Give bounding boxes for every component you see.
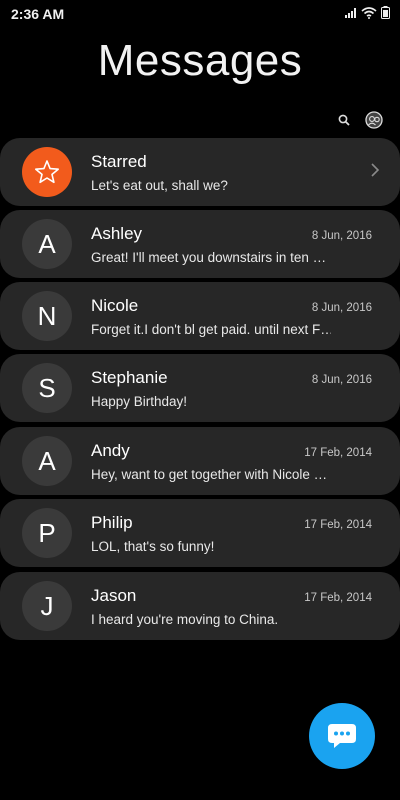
conversation-preview: Happy Birthday! [91,394,188,409]
conversation-name: Ashley [91,224,143,243]
avatar [22,147,72,197]
conversation-name: Andy [91,441,130,460]
toolbar [334,110,384,130]
conversation-item-philip[interactable]: P Philip LOL, that's so funny! 17 Feb, 2… [0,499,400,567]
signal-icon [345,7,356,18]
wifi-icon [361,6,377,19]
conversation-item-ashley[interactable]: A Ashley Great! I'll meet you downstairs… [0,210,400,278]
conversation-item-stephanie[interactable]: S Stephanie Happy Birthday! 8 Jun, 2016 [0,354,400,422]
profile-button[interactable] [364,110,384,130]
conversation-preview: Let's eat out, shall we? [91,178,228,193]
conversation-preview: LOL, that's so funny! [91,539,215,554]
conversation-item-andy[interactable]: A Andy Hey, want to get together with Ni… [0,427,400,495]
avatar: P [22,508,72,558]
compose-button[interactable] [309,703,375,769]
conversation-preview: Great! I'll meet you downstairs in ten … [91,250,327,265]
profile-icon [365,111,383,129]
search-button[interactable] [334,110,354,130]
status-icons [345,6,390,19]
conversation-date: 17 Feb, 2014 [304,592,372,604]
conversation-item-jason[interactable]: J Jason I heard you're moving to China. … [0,572,400,640]
conversation-name: Stephanie [91,368,168,387]
chevron-right-icon [371,163,380,177]
battery-icon [381,6,390,19]
status-bar: 2:36 AM [0,0,400,28]
avatar: J [22,581,72,631]
status-time: 2:36 AM [11,6,65,22]
conversation-item-nicole[interactable]: N Nicole Forget it.I don't bl get paid. … [0,282,400,350]
conversation-name: Nicole [91,296,139,315]
avatar: A [22,219,72,269]
conversation-date: 17 Feb, 2014 [304,447,372,459]
conversation-preview: Forget it.I don't bl get paid. until nex… [91,322,331,337]
page-title: Messages [97,36,303,85]
conversation-name: Starred [91,152,147,171]
conversation-date: 8 Jun, 2016 [311,374,372,386]
conversation-preview: I heard you're moving to China. [91,612,279,627]
conversation-preview: Hey, want to get together with Nicole … [91,467,328,482]
chat-bubble-icon [328,724,356,748]
avatar: S [22,363,72,413]
conversation-name: Jason [91,586,137,605]
star-icon [35,160,59,184]
search-icon [338,114,350,126]
avatar: N [22,291,72,341]
conversation-name: Philip [91,513,133,532]
conversation-date: 8 Jun, 2016 [311,230,372,242]
conversation-date: 17 Feb, 2014 [304,519,372,531]
conversation-item-starred[interactable]: Starred Let's eat out, shall we? [0,138,400,206]
avatar: A [22,436,72,486]
conversation-date: 8 Jun, 2016 [311,302,372,314]
